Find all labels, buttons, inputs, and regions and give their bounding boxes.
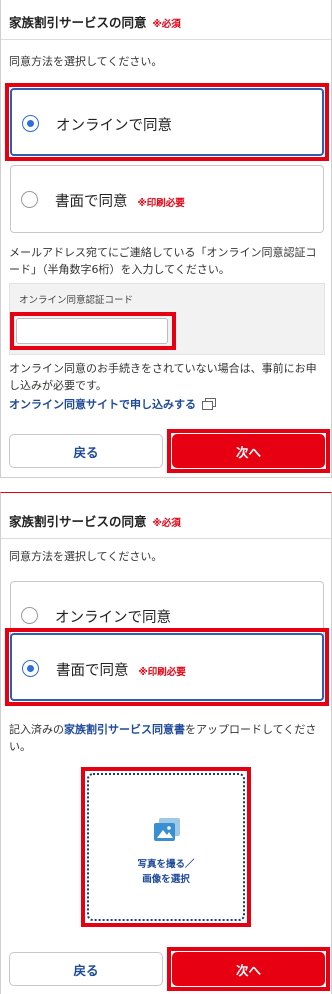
instruction-text: 同意方法を選択してください。 <box>9 550 163 563</box>
highlight-frame <box>167 947 330 991</box>
radio-paper-consent[interactable] <box>21 191 38 208</box>
code-instruction-text: メールアドレス宛てにご連絡している「オンライン同意認証コード」（半角数字6桁）を… <box>9 246 317 276</box>
back-button[interactable]: 戻る <box>9 952 163 986</box>
highlight-frame <box>5 628 329 706</box>
external-window-icon <box>202 398 216 410</box>
section-title: 家族割引サービスの同意 ※必須 <box>9 514 181 529</box>
consent-panel-paper: 家族割引サービスの同意 ※必須 同意方法を選択してください。 オンラインで同意 書… <box>0 492 332 994</box>
section-header: 家族割引サービスの同意 ※必須 <box>1 0 331 40</box>
option-label: オンラインで同意 <box>55 610 171 626</box>
notice-text: オンライン同意のお手続きをされていない場合は、事前にお申し込みが必要です。 <box>9 362 317 392</box>
highlight-frame <box>10 312 176 350</box>
consent-panel-online: 家族割引サービスの同意 ※必須 同意方法を選択してください。 オンラインで同意 書… <box>0 0 332 478</box>
back-button[interactable]: 戻る <box>9 434 163 468</box>
consent-form-link[interactable]: 家族割引サービス同意書 <box>64 723 185 736</box>
upload-instruction-text: 記入済みの家族割引サービス同意書をアップロードしてください。 <box>9 723 317 753</box>
highlight-frame <box>167 429 330 473</box>
highlight-frame <box>5 83 329 161</box>
section-header: 家族割引サービスの同意 ※必須 <box>1 499 331 539</box>
required-badge: ※必須 <box>152 19 181 30</box>
option-label: 書面で同意 ※印刷必要 <box>55 194 185 210</box>
section-title: 家族割引サービスの同意 ※必須 <box>9 15 181 30</box>
radio-online-consent[interactable] <box>21 607 38 624</box>
print-required-note: ※印刷必要 <box>137 198 185 209</box>
required-badge: ※必須 <box>152 518 181 529</box>
auth-code-label: オンライン同意認証コード <box>19 295 134 306</box>
online-consent-signup-link[interactable]: オンライン同意サイトで申し込みする <box>9 396 216 412</box>
option-paper-consent[interactable]: 書面で同意 ※印刷必要 <box>10 165 324 233</box>
instruction-text: 同意方法を選択してください。 <box>9 55 163 68</box>
highlight-frame <box>81 767 251 927</box>
